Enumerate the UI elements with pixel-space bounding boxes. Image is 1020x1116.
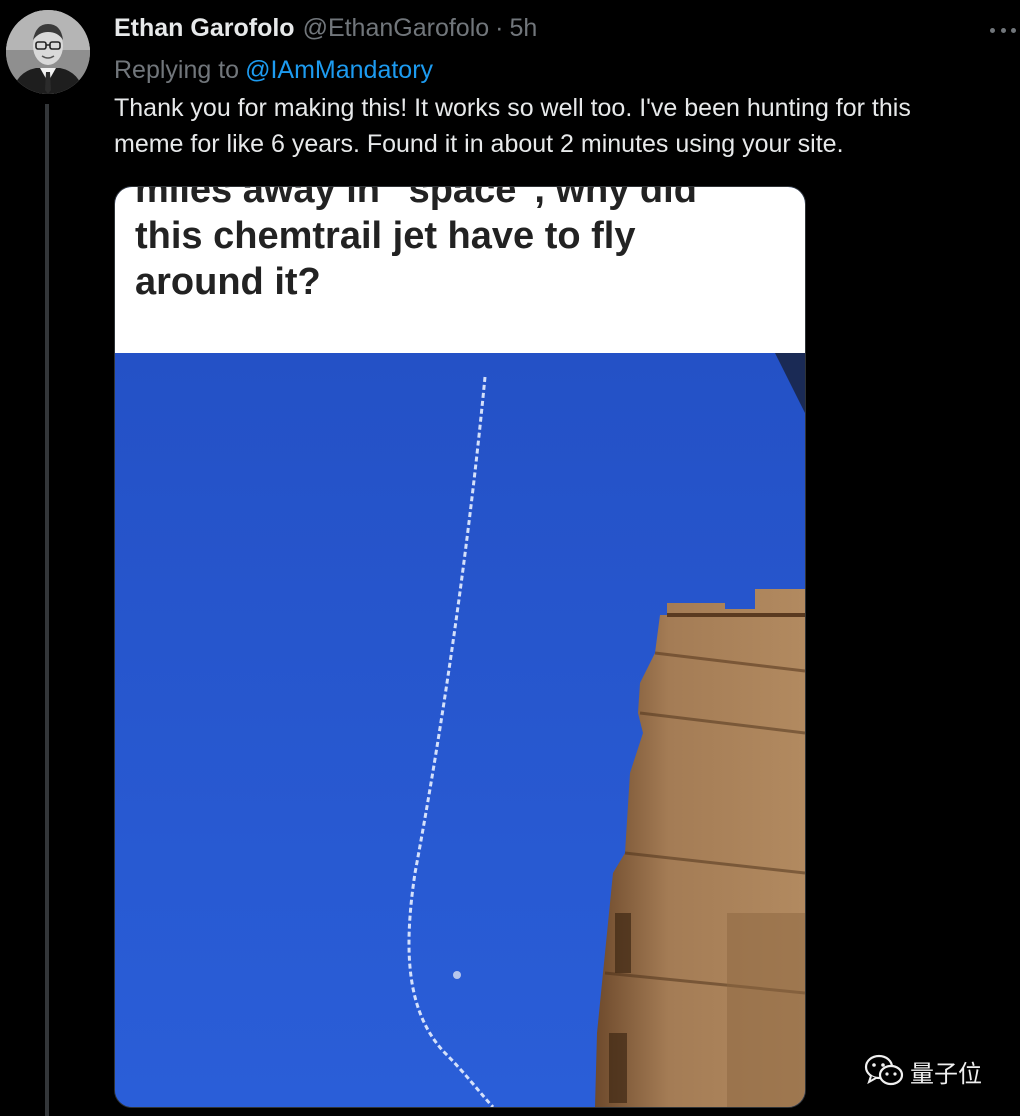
moon [453, 971, 461, 979]
watermark: 量子位 [864, 1054, 982, 1088]
profile-photo-icon [6, 10, 90, 94]
replying-to: Replying to @IAmMandatory [114, 54, 433, 86]
tweet-timestamp[interactable]: 5h [510, 12, 538, 44]
author-handle[interactable]: @EthanGarofolo [303, 12, 490, 44]
tweet-header: Ethan Garofolo @EthanGarofolo · 5h [114, 12, 537, 44]
more-horizontal-icon[interactable] [990, 26, 1016, 34]
meme-caption: miles away in "space", why did this chem… [135, 186, 697, 303]
replying-to-label: Replying to [114, 56, 240, 84]
separator-dot: · [495, 14, 504, 42]
author-display-name[interactable]: Ethan Garofolo [114, 12, 295, 44]
avatar[interactable] [6, 10, 90, 94]
meme-caption-box: miles away in "space", why did this chem… [115, 187, 805, 353]
wechat-icon [864, 1054, 904, 1086]
watermark-text: 量子位 [910, 1059, 982, 1088]
tweet: Ethan Garofolo @EthanGarofolo · 5h Reply… [0, 0, 1020, 1116]
tweet-text: Thank you for making this! It works so w… [114, 94, 911, 158]
tweet-media-image[interactable]: miles away in "space", why did this chem… [114, 186, 806, 1108]
thread-line [45, 104, 49, 1116]
mention-link[interactable]: @IAmMandatory [245, 56, 433, 84]
sky-building-photo [115, 353, 805, 1107]
